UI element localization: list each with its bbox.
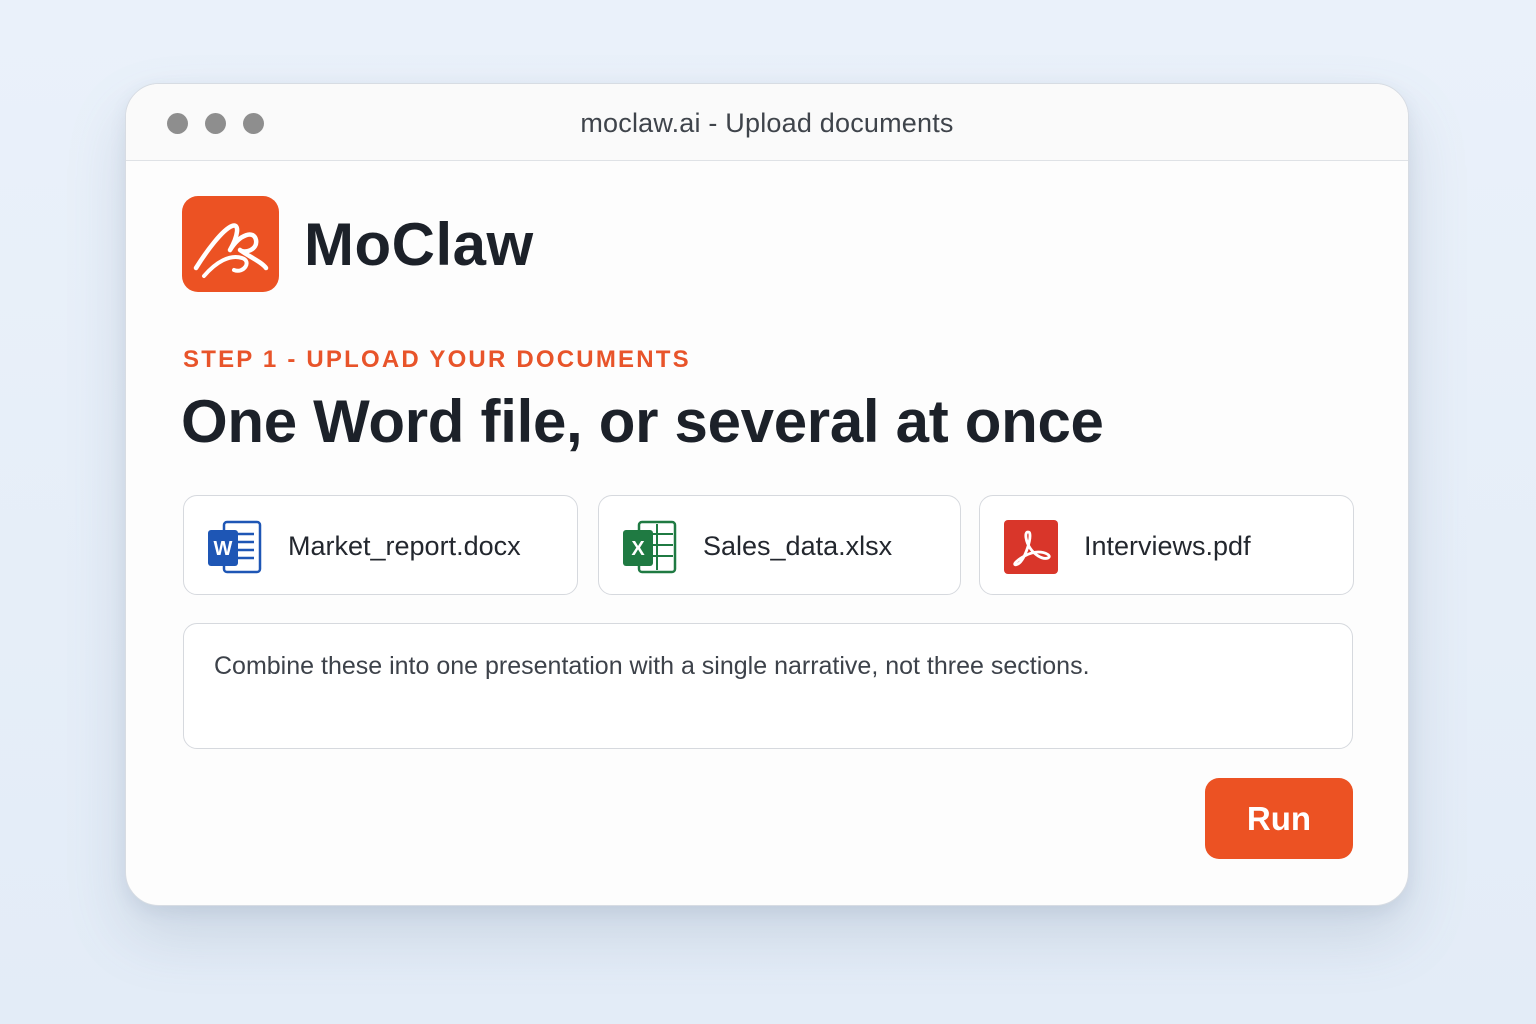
step-label: STEP 1 - UPLOAD YOUR DOCUMENTS bbox=[183, 346, 691, 373]
file-card-pdf[interactable]: Interviews.pdf bbox=[979, 495, 1354, 595]
svg-text:W: W bbox=[214, 538, 233, 560]
svg-text:X: X bbox=[631, 538, 645, 560]
prompt-input[interactable]: Combine these into one presentation with… bbox=[183, 623, 1353, 749]
file-name: Sales_data.xlsx bbox=[703, 531, 893, 561]
title-bar: moclaw.ai - Upload documents bbox=[126, 84, 1408, 161]
run-button[interactable]: Run bbox=[1205, 778, 1353, 859]
file-card-excel[interactable]: X Sales_data.xlsx bbox=[598, 495, 961, 595]
word-icon: W bbox=[206, 520, 264, 579]
page-headline: One Word file, or several at once bbox=[181, 388, 1104, 455]
file-name: Market_report.docx bbox=[288, 531, 521, 561]
pdf-icon bbox=[1002, 520, 1060, 579]
excel-icon: X bbox=[621, 520, 679, 579]
browser-window: moclaw.ai - Upload documents MoClaw STEP… bbox=[125, 83, 1409, 906]
prompt-text: Combine these into one presentation with… bbox=[214, 652, 1090, 680]
file-card-word[interactable]: W Market_report.docx bbox=[183, 495, 578, 595]
file-name: Interviews.pdf bbox=[1084, 531, 1251, 561]
brand-name: MoClaw bbox=[304, 211, 534, 278]
moclaw-logo-icon bbox=[182, 196, 279, 292]
window-title: moclaw.ai - Upload documents bbox=[580, 108, 954, 138]
